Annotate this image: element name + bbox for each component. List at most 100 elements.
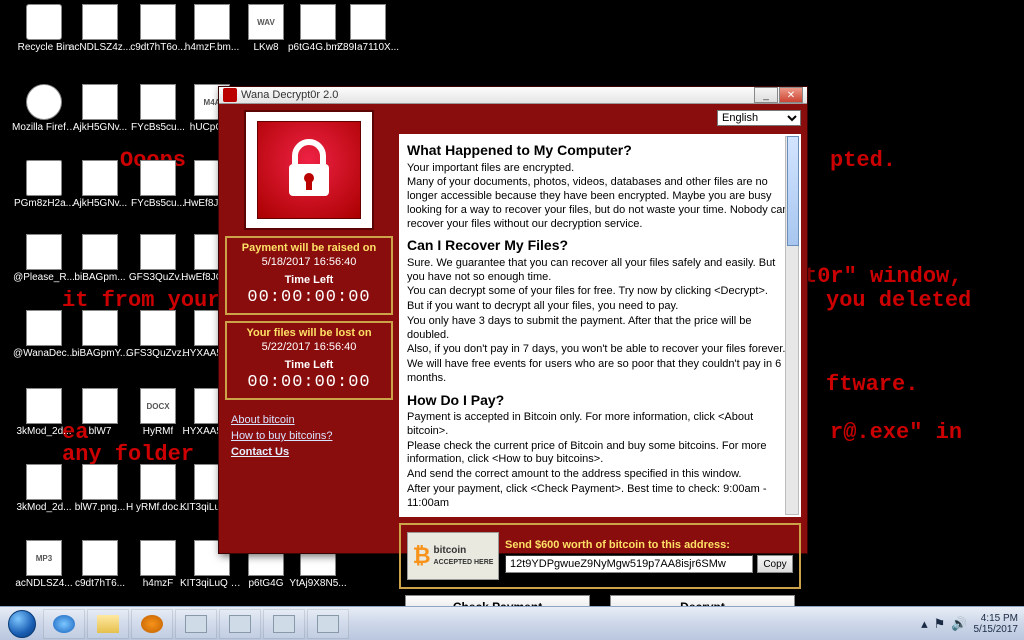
file-icon (82, 388, 118, 424)
desktop-icon-label: GFS3QuZv... (129, 272, 187, 283)
mp3-icon: MP3 (26, 540, 62, 576)
tray-time: 4:15 PM (974, 613, 1019, 624)
lose-timer-date: 5/22/2017 16:56:40 (231, 341, 387, 353)
pinned-media[interactable] (131, 609, 173, 639)
taskbar: ▴ ⚑ 🔊 4:15 PM 5/15/2017 (0, 606, 1024, 640)
file-icon (350, 4, 386, 40)
help-links: About bitcoin How to buy bitcoins? Conta… (225, 406, 393, 466)
wana-decryptor-window: Wana Decrypt0r 2.0 _ ✕ Payment will be r… (218, 86, 808, 554)
docx-icon: DOCX (140, 388, 176, 424)
file-icon (140, 84, 176, 120)
raise-timer-date: 5/18/2017 16:56:40 (231, 256, 387, 268)
desktop-icon[interactable]: MP3acNDLSZ4... (12, 540, 76, 589)
payment-box: ₿ bitcoin ACCEPTED HERE Send $600 worth … (399, 523, 801, 589)
desktop-icon[interactable]: PGm8zH2a... (12, 160, 76, 209)
language-selector[interactable]: English (717, 110, 801, 126)
file-icon (140, 310, 176, 346)
lock-icon (281, 138, 337, 202)
desktop-icon[interactable]: Z89Ia7110X... (336, 4, 400, 53)
msg-p3d: After your payment, click <Check Payment… (407, 483, 793, 511)
msg-p3c: And send the correct amount to the addre… (407, 468, 793, 482)
tray-flag-icon[interactable]: ⚑ (934, 616, 946, 632)
pinned-explorer[interactable] (87, 609, 129, 639)
tray-volume-icon[interactable]: 🔊 (951, 616, 967, 632)
desktop-icon[interactable]: @WanaDec... (12, 310, 76, 359)
file-icon (140, 234, 176, 270)
exe-icon (26, 310, 62, 346)
msg-p2b: You can decrypt some of your files for f… (407, 285, 793, 299)
desktop-icon-label: c9dt7hT6o... (130, 42, 186, 53)
desktop-icon[interactable]: AjkH5GNv... (68, 84, 132, 133)
task-app-4[interactable] (307, 609, 349, 639)
msg-p3a: Payment is accepted in Bitcoin only. For… (407, 411, 793, 439)
tray-clock[interactable]: 4:15 PM 5/15/2017 (974, 613, 1019, 635)
file-icon (140, 464, 176, 500)
raise-timer: Payment will be raised on 5/18/2017 16:5… (225, 236, 393, 315)
desktop-icon[interactable]: AjkH5GNv... (68, 160, 132, 209)
desktop-icon[interactable]: biBAGpmY... (68, 310, 132, 359)
file-icon (140, 160, 176, 196)
desktop-icon[interactable]: Recycle Bin (12, 4, 76, 53)
language-select[interactable]: English (717, 110, 801, 126)
desktop-icon[interactable]: 3kMod_2d... (12, 464, 76, 513)
task-app-2[interactable] (219, 609, 261, 639)
titlebar[interactable]: Wana Decrypt0r 2.0 _ ✕ (219, 87, 807, 104)
msg-heading-1: What Happened to My Computer? (407, 142, 793, 160)
bitcoin-badge: ₿ bitcoin ACCEPTED HERE (407, 532, 499, 580)
msg-heading-2: Can I Recover My Files? (407, 237, 793, 255)
pinned-ie[interactable] (43, 609, 85, 639)
desktop-icon-label: 3kMod_2d... (16, 502, 71, 513)
bitcoin-sublabel: ACCEPTED HERE (434, 559, 494, 566)
bitcoin-address-input[interactable] (505, 555, 753, 573)
raise-timer-header: Payment will be raised on (231, 242, 387, 254)
desktop-icon[interactable]: @Please_R... (12, 234, 76, 283)
lock-graphic (244, 110, 374, 230)
start-button[interactable] (2, 609, 42, 639)
desktop-icon-label: AjkH5GNv... (73, 198, 127, 209)
desktop-icon-label: @WanaDec... (13, 348, 75, 359)
desktop-icon-label: Z89Ia7110X... (337, 42, 399, 53)
msg-p1b: Many of your documents, photos, videos, … (407, 176, 793, 231)
task-app-1[interactable] (175, 609, 217, 639)
desktop-icon-label: c9dt7hT6... (75, 578, 125, 589)
desktop-icon[interactable]: blW7 (68, 388, 132, 437)
desktop-icon[interactable]: Mozilla Firefox (12, 84, 76, 133)
desktop-icon-label: Recycle Bin (18, 42, 71, 53)
desktop-icon-label: FYcBs5cu... (131, 198, 185, 209)
ff-icon (26, 84, 62, 120)
file-icon (82, 464, 118, 500)
bin-icon (26, 4, 62, 40)
desktop-icon[interactable]: blW7.png... (68, 464, 132, 513)
file-icon (140, 4, 176, 40)
desktop-icon-label: biBAGpmY... (72, 348, 129, 359)
img-icon (26, 388, 62, 424)
tray-chevron-icon[interactable]: ▴ (921, 616, 928, 632)
how-buy-bitcoin-link[interactable]: How to buy bitcoins? (231, 430, 387, 442)
file-icon (82, 540, 118, 576)
file-icon (140, 540, 176, 576)
desktop-icon-label: biBAGpm... (74, 272, 125, 283)
desktop-icon[interactable]: biBAGpm... (68, 234, 132, 283)
copy-button[interactable]: Copy (757, 555, 793, 573)
lose-timer-label: Time Left (231, 359, 387, 371)
close-button[interactable]: ✕ (779, 87, 803, 103)
minimize-button[interactable]: _ (754, 87, 778, 103)
desktop-icon-label: HyRMf (143, 426, 174, 437)
desktop-icon[interactable]: 3kMod_2d... (12, 388, 76, 437)
about-bitcoin-link[interactable]: About bitcoin (231, 414, 387, 426)
lose-timer: Your files will be lost on 5/22/2017 16:… (225, 321, 393, 400)
task-app-3[interactable] (263, 609, 305, 639)
file-icon (26, 464, 62, 500)
msg-p2f: We will have free events for users who a… (407, 358, 793, 386)
window-title: Wana Decrypt0r 2.0 (241, 89, 338, 101)
bitcoin-label: bitcoin (434, 545, 467, 556)
desktop-icon[interactable]: acNDLSZ4z... (68, 4, 132, 53)
desktop-icon-label: Mozilla Firefox (12, 122, 76, 133)
desktop-icon[interactable]: c9dt7hT6... (68, 540, 132, 589)
desktop-icon-label: PGm8zH2a... (14, 198, 74, 209)
file-icon (26, 234, 62, 270)
desktop-icon-label: blW7.png... (75, 502, 126, 513)
msg-scrollbar-thumb[interactable] (787, 136, 799, 246)
msg-p2d: You only have 3 days to submit the payme… (407, 315, 793, 343)
contact-us-link[interactable]: Contact Us (231, 446, 387, 458)
